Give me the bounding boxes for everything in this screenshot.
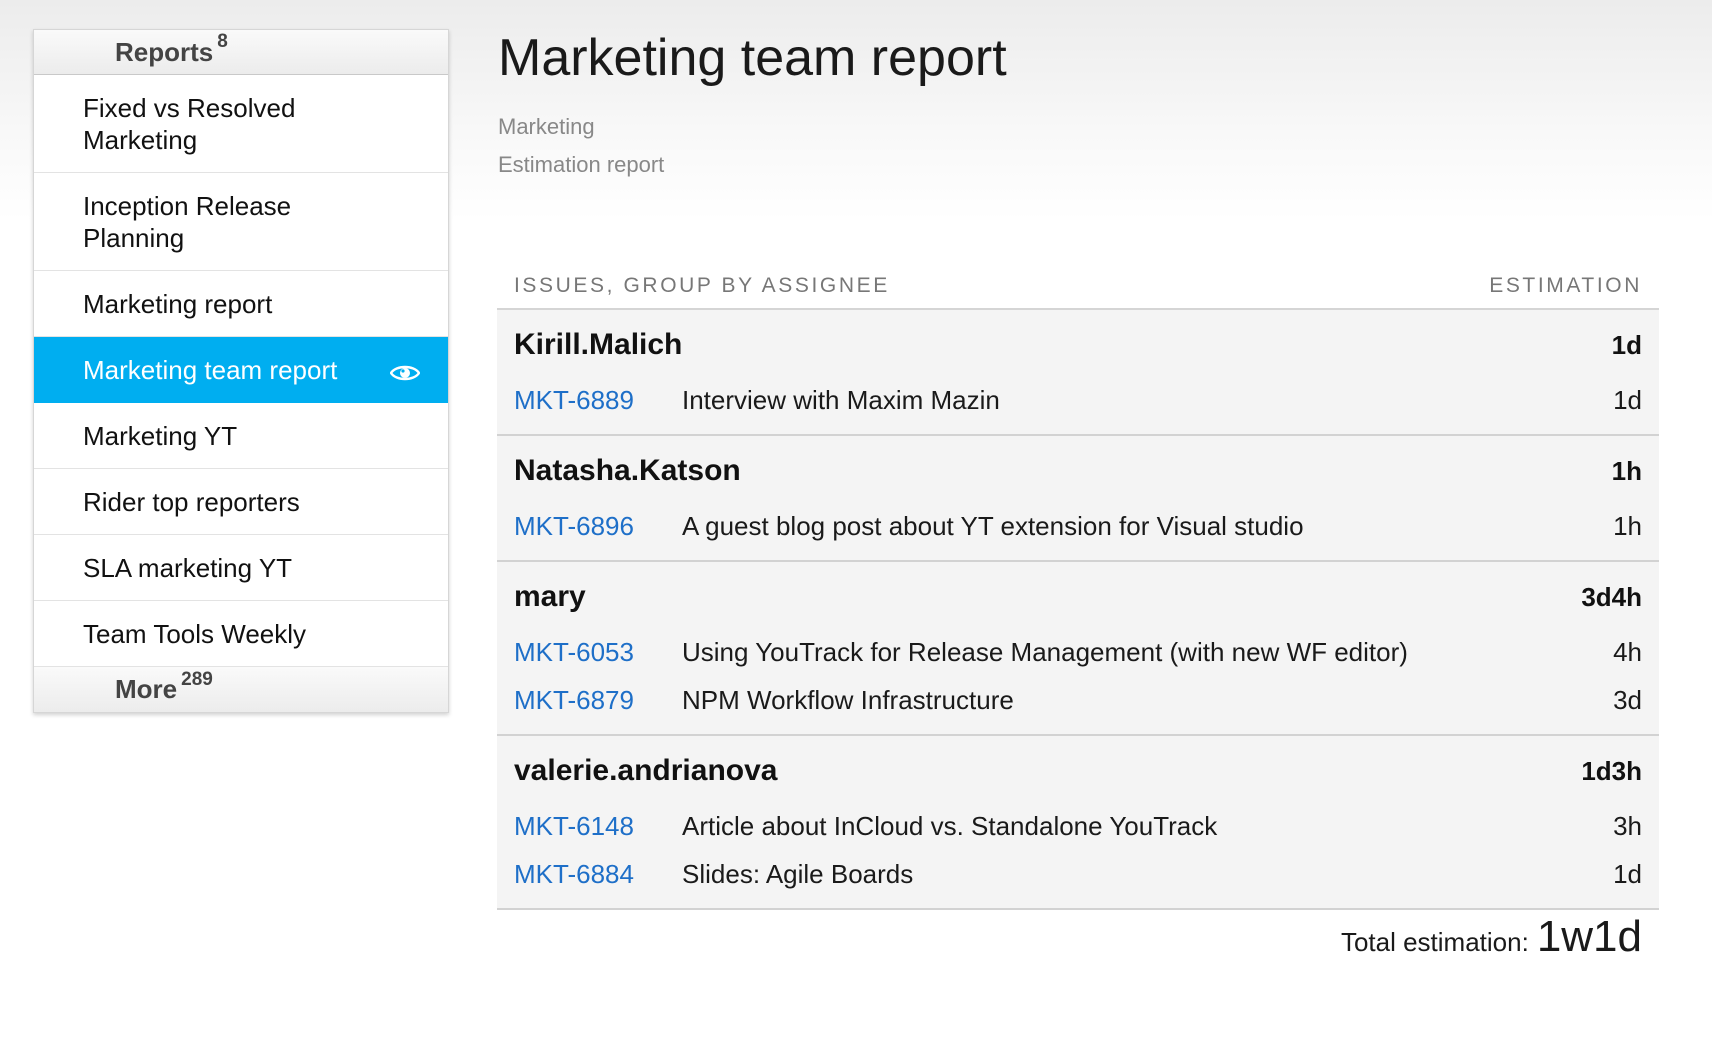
issue-estimation: 1d xyxy=(1613,858,1642,889)
sidebar-item-label: Rider top reporters xyxy=(83,486,300,517)
issue-summary: A guest blog post about YT extension for… xyxy=(682,510,1304,541)
issue-id-link[interactable]: MKT-6879 xyxy=(514,685,682,716)
group-header: Natasha.Katson 1h xyxy=(514,436,1642,502)
issue-estimation: 1d xyxy=(1613,384,1642,415)
issue-row: MKT-6053 Using YouTrack for Release Mana… xyxy=(514,628,1642,676)
assignee-name: mary xyxy=(514,580,586,613)
sidebar-item-fixed-vs-resolved-marketing[interactable]: Fixed vs Resolved Marketing xyxy=(34,75,448,173)
sidebar-item-team-tools-weekly[interactable]: Team Tools Weekly xyxy=(34,601,448,667)
reports-sidebar: Reports 8 Fixed vs Resolved Marketing In… xyxy=(33,29,449,713)
eye-icon[interactable] xyxy=(389,359,421,381)
group-header: Kirill.Malich 1d xyxy=(514,310,1642,376)
assignee-group: mary 3d4h MKT-6053 Using YouTrack for Re… xyxy=(497,562,1659,736)
sidebar-item-label: Team Tools Weekly xyxy=(83,618,307,649)
sidebar-item-marketing-yt[interactable]: Marketing YT xyxy=(34,403,448,469)
assignee-group: Kirill.Malich 1d MKT-6889 Interview with… xyxy=(497,310,1659,436)
assignee-group: valerie.andrianova 1d3h MKT-6148 Article… xyxy=(497,736,1659,910)
sidebar-item-label: Marketing report xyxy=(83,288,273,319)
assignee-name: valerie.andrianova xyxy=(514,754,778,787)
issue-id-link[interactable]: MKT-6889 xyxy=(514,385,682,416)
column-header-estimation: Estimation xyxy=(1489,274,1642,297)
issue-estimation: 1h xyxy=(1613,510,1642,541)
issue-id-link[interactable]: MKT-6053 xyxy=(514,637,682,668)
group-header: valerie.andrianova 1d3h xyxy=(514,736,1642,802)
group-header: mary 3d4h xyxy=(514,562,1642,628)
sidebar-item-marketing-team-report[interactable]: Marketing team report xyxy=(34,337,448,403)
sidebar-item-rider-top-reporters[interactable]: Rider top reporters xyxy=(34,469,448,535)
sidebar-header[interactable]: Reports 8 xyxy=(34,30,448,75)
report-type: Estimation report xyxy=(498,152,665,177)
issue-row: MKT-6884 Slides: Agile Boards 1d xyxy=(514,850,1642,898)
assignee-group: Natasha.Katson 1h MKT-6896 A guest blog … xyxy=(497,436,1659,562)
issue-summary: NPM Workflow Infrastructure xyxy=(682,684,1014,715)
issue-row: MKT-6148 Article about InCloud vs. Stand… xyxy=(514,802,1642,850)
sidebar-item-label: Marketing YT xyxy=(83,420,238,451)
reports-count-badge: 8 xyxy=(217,31,228,52)
issue-id-link[interactable]: MKT-6896 xyxy=(514,511,682,542)
group-total: 1d3h xyxy=(1581,755,1642,786)
issue-summary: Using YouTrack for Release Management (w… xyxy=(682,636,1408,667)
sidebar-title: Reports xyxy=(115,36,214,67)
sidebar-item-label: Inception Release Planning xyxy=(83,190,292,253)
issue-row: MKT-6879 NPM Workflow Infrastructure 3d xyxy=(514,676,1642,724)
column-header-issues: Issues, group by assignee xyxy=(514,274,890,297)
total-estimation-value: 1w1d xyxy=(1536,912,1642,961)
more-count-badge: 289 xyxy=(181,668,213,690)
issue-row: MKT-6896 A guest blog post about YT exte… xyxy=(514,502,1642,550)
more-reports-button[interactable]: More 289 xyxy=(34,667,448,712)
issue-summary: Slides: Agile Boards xyxy=(682,858,914,889)
page-title: Marketing team report xyxy=(498,29,1007,87)
report-project[interactable]: Marketing xyxy=(498,114,595,140)
table-header: Issues, group by assignee Estimation xyxy=(497,274,1659,310)
issue-summary: Interview with Maxim Mazin xyxy=(682,384,1000,415)
issue-id-link[interactable]: MKT-6148 xyxy=(514,811,682,842)
issue-id-link[interactable]: MKT-6884 xyxy=(514,859,682,890)
total-estimation: Total estimation: 1w1d xyxy=(1341,912,1642,962)
assignee-groups: Kirill.Malich 1d MKT-6889 Interview with… xyxy=(497,310,1659,910)
issue-estimation: 3d xyxy=(1613,684,1642,715)
assignee-name: Natasha.Katson xyxy=(514,454,741,487)
issue-row: MKT-6889 Interview with Maxim Mazin 1d xyxy=(514,376,1642,424)
sidebar-item-label: Fixed vs Resolved Marketing xyxy=(83,92,296,155)
group-total: 1h xyxy=(1611,455,1642,486)
sidebar-item-marketing-report[interactable]: Marketing report xyxy=(34,271,448,337)
assignee-name: Kirill.Malich xyxy=(514,328,683,361)
total-estimation-label: Total estimation: xyxy=(1340,927,1529,957)
more-label: More xyxy=(115,674,178,704)
issue-summary: Article about InCloud vs. Standalone You… xyxy=(682,810,1218,841)
sidebar-item-label: Marketing team report xyxy=(83,354,338,385)
issue-estimation: 3h xyxy=(1613,810,1642,841)
group-total: 1d xyxy=(1611,329,1642,360)
issue-estimation: 4h xyxy=(1613,636,1642,667)
sidebar-item-sla-marketing-yt[interactable]: SLA marketing YT xyxy=(34,535,448,601)
sidebar-item-inception-release-planning[interactable]: Inception Release Planning xyxy=(34,173,448,271)
sidebar-item-label: SLA marketing YT xyxy=(83,552,293,583)
group-total: 3d4h xyxy=(1581,581,1642,612)
page: Reports 8 Fixed vs Resolved Marketing In… xyxy=(0,0,1712,1042)
